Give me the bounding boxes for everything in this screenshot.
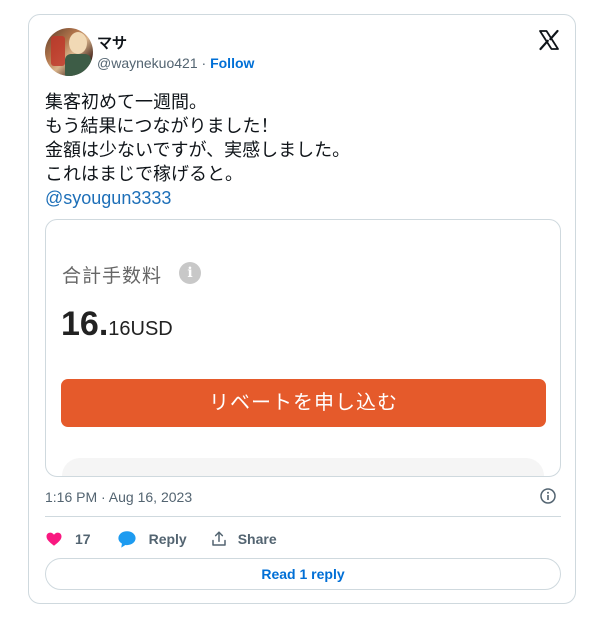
- author-handle[interactable]: @waynekuo421: [97, 55, 198, 71]
- heart-icon: [46, 532, 62, 546]
- share-label: Share: [237, 531, 277, 547]
- speech-bubble-icon: [117, 531, 136, 548]
- reply-label: Reply: [148, 531, 187, 547]
- like-button[interactable]: 17: [45, 530, 117, 548]
- rebate-button: リベートを申し込む: [61, 379, 546, 427]
- action-bar: 17 Reply Share: [45, 527, 277, 551]
- fee-amount-decimal: 16USD: [108, 318, 173, 340]
- x-logo-icon[interactable]: [537, 28, 561, 52]
- share-button[interactable]: Share: [210, 530, 277, 548]
- fee-label: 合計手数料: [62, 266, 163, 287]
- author-handle-row: @waynekuo421 · Follow: [97, 55, 254, 71]
- reply-button[interactable]: Reply: [117, 530, 210, 548]
- share-icon: [211, 531, 226, 546]
- info-circle-icon[interactable]: [540, 488, 556, 504]
- tweet-card[interactable]: マサ @waynekuo421 · Follow 集客初めて一週間。 もう結果に…: [28, 14, 576, 604]
- follow-button[interactable]: Follow: [210, 55, 254, 71]
- fee-amount: 16.16USD: [61, 305, 173, 344]
- fee-amount-integer: 16.: [61, 305, 109, 343]
- info-icon: i: [179, 262, 201, 284]
- media-image[interactable]: 合計手数料 i 16.16USD リベートを申し込む: [45, 219, 561, 477]
- divider: [45, 516, 561, 517]
- tweet-timestamp[interactable]: 1:16 PM · Aug 16, 2023: [45, 489, 192, 505]
- tweet-text: 集客初めて一週間。 もう結果につながりました！ 金額は少ないですが、実感しました…: [45, 92, 351, 184]
- like-count: 17: [75, 531, 91, 547]
- author-name[interactable]: マサ: [97, 32, 127, 53]
- media-lower-panel: [62, 458, 544, 476]
- handle-separator: ·: [201, 55, 207, 71]
- read-replies-button[interactable]: Read 1 reply: [45, 558, 561, 590]
- avatar[interactable]: [45, 28, 93, 76]
- mention-link[interactable]: @syougun3333: [45, 186, 171, 210]
